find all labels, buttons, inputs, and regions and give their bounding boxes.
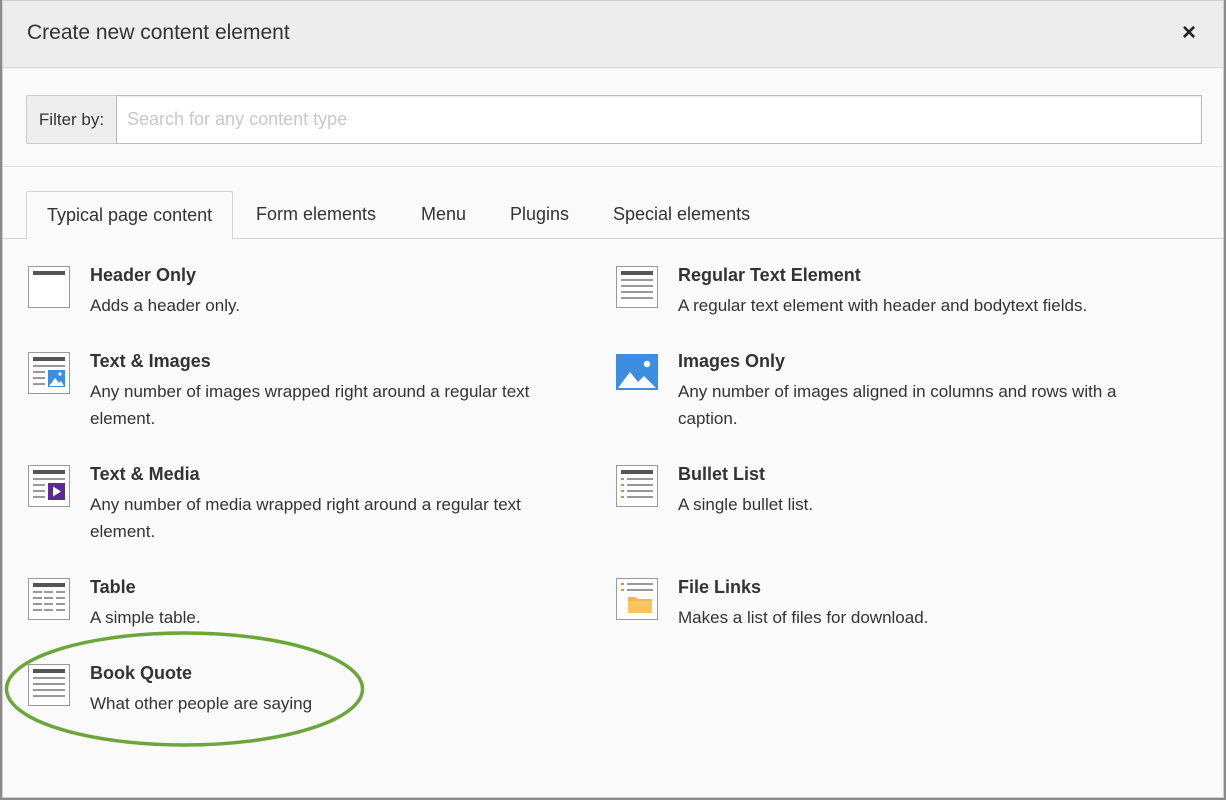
text-images-icon — [28, 352, 70, 394]
text-element-icon — [616, 266, 658, 308]
element-name: Header Only — [90, 265, 197, 285]
element-name: Text & Media — [90, 464, 200, 484]
content-element-list: Header Only Adds a header only. Regular … — [3, 239, 1223, 799]
dialog-title: Create new content element — [27, 21, 290, 44]
filter-group: Filter by: — [26, 95, 1202, 144]
filter-area: Filter by: — [3, 68, 1223, 167]
element-name: Book Quote — [90, 663, 192, 683]
file-links-icon — [616, 578, 658, 620]
content-element-bullet-list[interactable]: Bullet List A single bullet list. — [616, 464, 1196, 524]
table-icon — [28, 578, 70, 620]
element-description: Any number of images wrapped right aroun… — [90, 382, 530, 428]
element-description: A regular text element with header and b… — [678, 296, 1088, 315]
element-name: Images Only — [678, 351, 786, 371]
element-name: Regular Text Element — [678, 265, 861, 285]
element-description: Any number of images aligned in columns … — [678, 382, 1117, 428]
element-name: Bullet List — [678, 464, 766, 484]
search-input[interactable] — [116, 95, 1202, 144]
content-element-table[interactable]: Table A simple table. — [28, 577, 568, 637]
images-only-icon — [616, 354, 658, 390]
book-quote-icon — [28, 664, 70, 706]
tab-special-elements[interactable]: Special elements — [593, 191, 770, 239]
element-description: What other people are saying — [90, 694, 313, 713]
header-only-icon — [28, 266, 70, 308]
element-description: Adds a header only. — [90, 296, 240, 315]
filter-label: Filter by: — [26, 95, 116, 144]
tab-form-elements[interactable]: Form elements — [236, 191, 396, 239]
tab-typical-page-content[interactable]: Typical page content — [26, 191, 234, 240]
element-description: Makes a list of files for download. — [678, 608, 929, 627]
content-element-regular-text[interactable]: Regular Text Element A regular text elem… — [616, 265, 1196, 325]
content-element-text-media[interactable]: Text & Media Any number of media wrapped… — [28, 464, 568, 550]
element-description: Any number of media wrapped right around… — [90, 495, 521, 541]
element-name: Table — [90, 577, 136, 597]
close-button[interactable]: × — [1177, 19, 1201, 47]
new-content-element-dialog: Create new content element × Filter by: … — [2, 0, 1224, 798]
element-name: File Links — [678, 577, 762, 597]
tab-menu[interactable]: Menu — [401, 191, 486, 239]
dialog-header: Create new content element × — [3, 1, 1223, 68]
element-description: A simple table. — [90, 608, 201, 627]
element-name: Text & Images — [90, 351, 211, 371]
content-element-text-images[interactable]: Text & Images Any number of images wrapp… — [28, 351, 568, 437]
tab-plugins[interactable]: Plugins — [490, 191, 589, 239]
content-type-tabs: Typical page content Form elements Menu … — [3, 168, 1223, 240]
content-element-header-only[interactable]: Header Only Adds a header only. — [28, 265, 568, 325]
element-description: A single bullet list. — [678, 495, 814, 514]
bullet-list-icon — [616, 465, 658, 507]
content-element-file-links[interactable]: File Links Makes a list of files for dow… — [616, 577, 1196, 637]
content-element-images-only[interactable]: Images Only Any number of images aligned… — [616, 351, 1196, 437]
content-element-book-quote[interactable]: Book Quote What other people are saying — [28, 663, 568, 723]
text-media-icon — [28, 465, 70, 507]
